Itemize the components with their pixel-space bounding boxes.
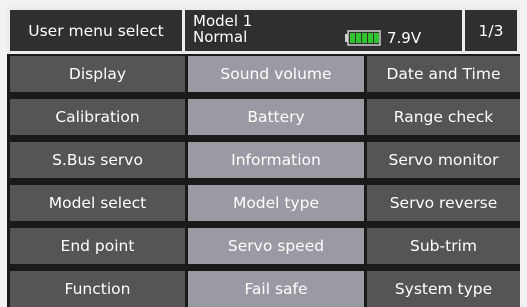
menu-end-point-button[interactable]: End point (10, 228, 185, 264)
menu-display-button[interactable]: Display (10, 56, 185, 92)
menu-s-bus-servo-button[interactable]: S.Bus servo (10, 142, 185, 178)
menu-fail-safe-button[interactable]: Fail safe (188, 271, 364, 307)
device-screen: User menu select Model 1 Normal 7.9V 1/3… (7, 7, 520, 307)
page-indicator[interactable]: 1/3 (465, 10, 517, 51)
model-name: Model 1 (193, 12, 253, 30)
menu-function-button[interactable]: Function (10, 271, 185, 307)
battery-icon (345, 30, 381, 46)
menu-sound-volume-button[interactable]: Sound volume (188, 56, 364, 92)
menu-model-type-button[interactable]: Model type (188, 185, 364, 221)
menu-battery-button[interactable]: Battery (188, 99, 364, 135)
menu-calibration-button[interactable]: Calibration (10, 99, 185, 135)
menu-system-type-button[interactable]: System type (367, 271, 520, 307)
battery-voltage: 7.9V (387, 29, 422, 47)
menu-model-select-button[interactable]: Model select (10, 185, 185, 221)
screen-title: User menu select (10, 10, 182, 51)
menu-range-check-button[interactable]: Range check (367, 99, 520, 135)
header-bar: User menu select Model 1 Normal 7.9V 1/3 (7, 7, 520, 54)
menu-date-and-time-button[interactable]: Date and Time (367, 56, 520, 92)
menu-sub-trim-button[interactable]: Sub-trim (367, 228, 520, 264)
model-info-panel: Model 1 Normal 7.9V (185, 10, 462, 51)
menu-servo-reverse-button[interactable]: Servo reverse (367, 185, 520, 221)
model-condition: Normal (193, 28, 248, 46)
menu-information-button[interactable]: Information (188, 142, 364, 178)
menu-servo-speed-button[interactable]: Servo speed (188, 228, 364, 264)
menu-servo-monitor-button[interactable]: Servo monitor (367, 142, 520, 178)
